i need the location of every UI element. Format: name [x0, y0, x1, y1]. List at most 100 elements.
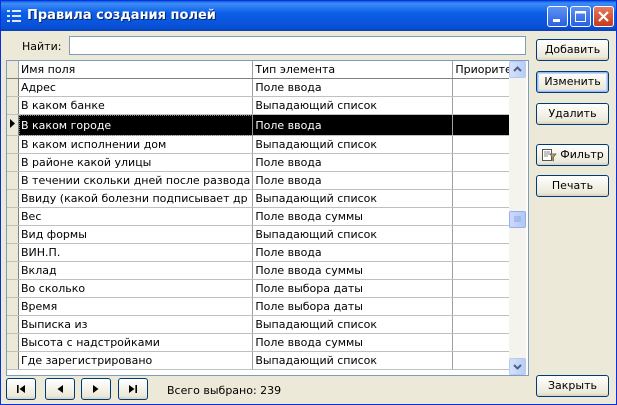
table-row[interactable]: В районе какой улицыПоле ввода2 — [7, 153, 527, 172]
element-type-cell[interactable]: Выпадающий список — [252, 189, 454, 208]
field-name-cell[interactable]: Выписка из — [18, 315, 254, 334]
row-selector[interactable] — [7, 96, 19, 115]
element-type-cell[interactable]: Выпадающий список — [252, 96, 454, 115]
field-name-cell[interactable]: Вид формы — [18, 225, 254, 244]
row-selector[interactable] — [7, 78, 19, 97]
scroll-down-button[interactable] — [509, 358, 526, 375]
table-row[interactable]: Высота с надстройкамиПоле ввода суммы1 — [7, 333, 527, 352]
row-selector[interactable] — [7, 207, 19, 226]
row-selector[interactable] — [7, 171, 19, 190]
row-selector[interactable] — [7, 297, 19, 316]
previous-icon — [57, 385, 63, 393]
field-name-cell[interactable]: ВИН.П. — [18, 243, 254, 262]
last-record-button[interactable] — [118, 378, 148, 400]
element-type-cell[interactable]: Поле ввода — [252, 78, 454, 97]
element-type-cell[interactable]: Выпадающий список — [252, 315, 454, 334]
element-type-cell[interactable]: Выпадающий список — [252, 135, 454, 154]
field-name-cell[interactable]: Высота с надстройками — [18, 333, 254, 352]
form-icon — [7, 10, 21, 22]
minimize-button[interactable] — [547, 6, 568, 27]
element-type-cell[interactable]: Поле ввода суммы — [252, 207, 454, 226]
scroll-thumb[interactable] — [509, 211, 526, 228]
table-row[interactable]: Где зарегистрированоВыпадающий список4 — [7, 351, 527, 370]
table-row[interactable]: В каком исполнении домВыпадающий список3 — [7, 135, 527, 154]
table-row[interactable]: Выписка изВыпадающий список4 — [7, 315, 527, 334]
field-name-cell[interactable]: В каком городе — [18, 114, 254, 136]
first-record-button[interactable] — [6, 378, 36, 400]
next-record-button[interactable] — [81, 378, 111, 400]
table-row[interactable]: ВесПоле ввода суммы1 — [7, 207, 527, 226]
maximize-icon — [575, 11, 586, 22]
row-selector[interactable] — [7, 135, 19, 154]
header-row-selector — [7, 61, 19, 79]
print-button[interactable]: Печать — [536, 175, 609, 197]
field-name-cell[interactable]: Вклад — [18, 261, 254, 280]
field-name-cell[interactable]: В каком банке — [18, 96, 254, 115]
first-icon — [17, 385, 25, 393]
row-selector[interactable] — [7, 261, 19, 280]
element-type-cell[interactable]: Поле ввода — [252, 114, 454, 136]
field-name-cell[interactable]: Адрес — [18, 78, 254, 97]
row-selector[interactable] — [7, 351, 19, 370]
title-bar[interactable]: Правила создания полей — [1, 1, 616, 31]
row-selector[interactable] — [7, 225, 19, 244]
filter-button[interactable]: Фильтр — [536, 144, 609, 166]
next-icon — [93, 385, 99, 393]
table-header-row: Имя поля Тип элемента Приоритет — [7, 61, 527, 79]
field-name-cell[interactable]: Ввиду (какой болезни подписывает др — [18, 189, 254, 208]
field-name-cell[interactable]: Время — [18, 297, 254, 316]
element-type-cell[interactable]: Поле ввода суммы — [252, 261, 454, 280]
vertical-scrollbar[interactable] — [509, 61, 526, 375]
element-type-cell[interactable]: Выпадающий список — [252, 225, 454, 244]
element-type-cell[interactable]: Выпадающий список — [252, 351, 454, 370]
row-selector[interactable] — [7, 279, 19, 298]
field-name-cell[interactable]: Во сколько — [18, 279, 254, 298]
row-selector[interactable] — [7, 243, 19, 262]
arrow-down-icon — [513, 364, 522, 370]
search-input[interactable] — [69, 36, 526, 55]
field-name-cell[interactable]: В течении скольки дней после развода — [18, 171, 254, 190]
row-selector[interactable] — [7, 153, 19, 172]
fields-grid[interactable]: Имя поля Тип элемента Приоритет Адрес Пол… — [6, 60, 529, 376]
table-row[interactable]: ВкладПоле ввода суммы4 — [7, 261, 527, 280]
edit-button[interactable]: Изменить — [536, 71, 609, 93]
element-type-cell[interactable]: Поле ввода — [252, 243, 454, 262]
add-button[interactable]: Добавить — [536, 39, 609, 61]
table-row[interactable]: Ввиду (какой болезни подписывает др Выпад… — [7, 189, 527, 208]
element-type-cell[interactable]: Поле выбора даты — [252, 279, 454, 298]
table-row[interactable]: В каком городеПоле ввода2 — [7, 114, 527, 136]
row-selector[interactable] — [7, 333, 19, 352]
close-icon — [598, 11, 609, 22]
row-selector[interactable] — [7, 189, 19, 208]
filter-label: Фильтр — [560, 148, 604, 161]
maximize-button[interactable] — [570, 6, 591, 27]
element-type-cell[interactable]: Поле выбора даты — [252, 297, 454, 316]
row-selector[interactable] — [7, 114, 19, 136]
table-row[interactable]: В течении скольки дней после развода Поле… — [7, 171, 527, 190]
table-row[interactable]: ВИН.П.Поле ввода4 — [7, 243, 527, 262]
current-row-icon — [10, 119, 15, 128]
table-row[interactable]: ВремяПоле выбора даты4 — [7, 297, 527, 316]
close-window-button[interactable] — [593, 6, 614, 27]
grip-icon — [514, 216, 521, 222]
search-label: Найти: — [22, 40, 62, 53]
table-row[interactable]: Во сколькоПоле выбора даты2 — [7, 279, 527, 298]
previous-record-button[interactable] — [45, 378, 75, 400]
scroll-up-button[interactable] — [509, 61, 526, 78]
delete-button[interactable]: Удалить — [536, 103, 609, 125]
field-name-cell[interactable]: Вес — [18, 207, 254, 226]
element-type-cell[interactable]: Поле ввода — [252, 153, 454, 172]
field-name-cell[interactable]: В районе какой улицы — [18, 153, 254, 172]
filter-icon — [542, 149, 557, 162]
table-row[interactable]: АдресПоле ввода4 — [7, 78, 527, 97]
column-header-element-type[interactable]: Тип элемента — [252, 61, 454, 79]
field-name-cell[interactable]: В каком исполнении дом — [18, 135, 254, 154]
element-type-cell[interactable]: Поле ввода суммы — [252, 333, 454, 352]
close-button[interactable]: Закрыть — [536, 375, 609, 397]
table-row[interactable]: В каком банкеВыпадающий список4 — [7, 96, 527, 115]
row-selector[interactable] — [7, 315, 19, 334]
field-name-cell[interactable]: Где зарегистрировано — [18, 351, 254, 370]
column-header-field-name[interactable]: Имя поля — [18, 61, 254, 79]
element-type-cell[interactable]: Поле ввода — [252, 171, 454, 190]
table-row[interactable]: Вид формыВыпадающий список3 — [7, 225, 527, 244]
